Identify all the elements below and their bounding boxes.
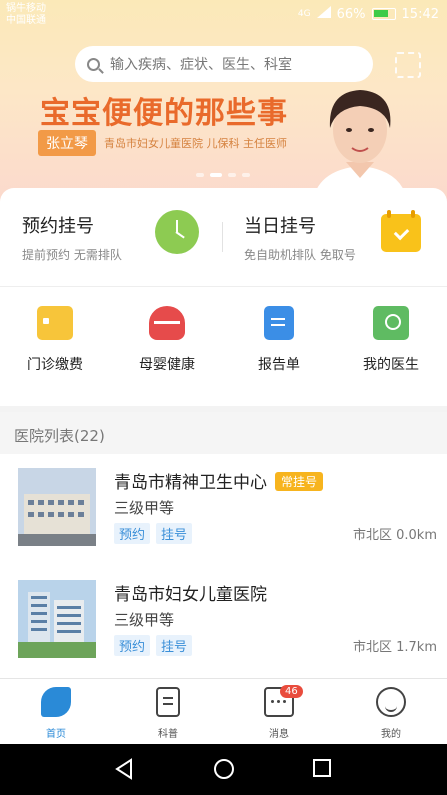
hospital-list-header: 医院列表(22) (0, 412, 447, 454)
divider (0, 286, 447, 287)
payment-card-icon (37, 306, 73, 340)
quick-action-my-doctor[interactable]: 我的医生 (346, 306, 436, 374)
hospital-name-text: 青岛市妇女儿童医院 (114, 585, 267, 605)
hospital-list-item[interactable]: 青岛市精神卫生中心 常挂号 三级甲等 预约 挂号 市北区 0.0km (0, 454, 447, 566)
doctor-icon (373, 306, 409, 340)
appointment-subtitle: 提前预约 无需排队 (22, 248, 122, 262)
hospital-list-item[interactable]: 青岛市妇女儿童医院 三级甲等 预约 挂号 市北区 1.7km (0, 566, 447, 678)
quick-action-maternal-health[interactable]: 母婴健康 (122, 306, 212, 374)
battery-percent: 66% (336, 6, 366, 22)
clock-icon[interactable] (155, 210, 199, 254)
quick-action-label: 母婴健康 (139, 357, 195, 373)
banner-headline: 宝宝便便的那些事 (40, 96, 288, 131)
tag-registration: 挂号 (156, 635, 193, 656)
heart-pulse-icon (149, 306, 185, 340)
hospital-distance: 市北区 1.7km (353, 640, 437, 655)
tab-science[interactable]: 科普 (138, 687, 198, 740)
tab-me[interactable]: 我的 (361, 687, 421, 740)
tag-appointment: 预约 (114, 635, 151, 656)
quick-action-label: 报告单 (258, 357, 300, 373)
same-day-subtitle: 免自助机排队 免取号 (244, 248, 356, 262)
service-card: 预约挂号 提前预约 无需排队 当日挂号 免自助机排队 免取号 门诊缴费 母婴健康… (0, 188, 447, 406)
hospital-photo (18, 580, 96, 658)
hospital-tags: 预约 挂号 (114, 523, 193, 544)
clock-time: 15:42 (401, 6, 439, 22)
smiley-icon (376, 687, 406, 717)
hospital-tags: 预约 挂号 (114, 635, 193, 656)
banner-doctor-row: 张立琴 青岛市妇女儿童医院 儿保科 主任医师 (38, 130, 287, 156)
search-icon (87, 57, 100, 71)
home-circle-icon[interactable] (213, 758, 235, 784)
recent-apps-icon[interactable] (312, 758, 332, 782)
back-icon[interactable] (114, 758, 134, 784)
status-bar: 锅牛移动 中国联通 4G 66% 15:42 (0, 0, 447, 30)
tab-label: 科普 (158, 729, 178, 740)
carrier-info: 锅牛移动 中国联通 (6, 3, 46, 27)
appointment-title: 预约挂号 (22, 216, 94, 237)
quick-action-label: 我的医生 (363, 357, 419, 373)
banner-doctor-info: 青岛市妇女儿童医院 儿保科 主任医师 (104, 137, 287, 150)
message-count-badge: 46 (280, 685, 303, 698)
tab-home[interactable]: 首页 (26, 687, 86, 740)
battery-icon (371, 8, 396, 20)
hospital-name-text: 青岛市精神卫生中心 (114, 473, 267, 493)
quick-action-payment[interactable]: 门诊缴费 (10, 306, 100, 374)
tab-label: 首页 (46, 729, 66, 740)
quick-action-reports[interactable]: 报告单 (234, 306, 324, 374)
banner-doctor-name: 张立琴 (38, 130, 96, 156)
carousel-dot (228, 173, 236, 177)
carrier-line-1: 锅牛移动 (6, 3, 46, 14)
bottom-tab-bar: 首页 科普 消息 46 我的 (0, 678, 447, 744)
frequent-badge: 常挂号 (275, 472, 324, 491)
doctor-portrait-image (312, 90, 408, 205)
system-nav-bar (0, 744, 447, 795)
carousel-dot (196, 173, 204, 177)
hospital-distance: 市北区 0.0km (353, 528, 437, 543)
hospital-photo (18, 468, 96, 546)
carrier-line-2: 中国联通 (6, 15, 46, 26)
same-day-title: 当日挂号 (244, 216, 316, 237)
same-day-registration[interactable]: 当日挂号 免自助机排队 免取号 (244, 212, 356, 263)
search-placeholder: 输入疾病、症状、医生、科室 (110, 57, 292, 73)
calendar-check-icon[interactable] (381, 210, 421, 252)
home-bird-icon (41, 687, 71, 717)
quick-action-label: 门诊缴费 (27, 357, 83, 373)
hospital-name: 青岛市妇女儿童医院 (114, 580, 267, 605)
tag-appointment: 预约 (114, 523, 151, 544)
divider (222, 222, 223, 252)
network-type: 4G (297, 9, 311, 19)
carousel-dot (242, 173, 250, 177)
tab-label: 消息 (269, 729, 289, 740)
hospital-level: 三级甲等 (114, 499, 175, 517)
report-doc-icon (264, 306, 294, 340)
appointment-registration[interactable]: 预约挂号 提前预约 无需排队 (22, 212, 122, 263)
tab-label: 我的 (381, 729, 401, 740)
signal-icon (316, 6, 331, 22)
scan-icon[interactable] (395, 52, 421, 78)
search-bar[interactable]: 输入疾病、症状、医生、科室 (75, 46, 373, 82)
hospital-level: 三级甲等 (114, 611, 175, 629)
article-icon (156, 687, 180, 717)
hospital-name: 青岛市精神卫生中心 常挂号 (114, 468, 324, 493)
tag-registration: 挂号 (156, 523, 193, 544)
status-right: 4G 66% 15:42 (298, 6, 439, 22)
promo-banner[interactable]: 锅牛移动 中国联通 4G 66% 15:42 输入疾病、症状、医生、科室 宝宝便… (0, 0, 447, 205)
carousel-dot-active (210, 173, 222, 177)
carousel-dots (196, 173, 250, 177)
